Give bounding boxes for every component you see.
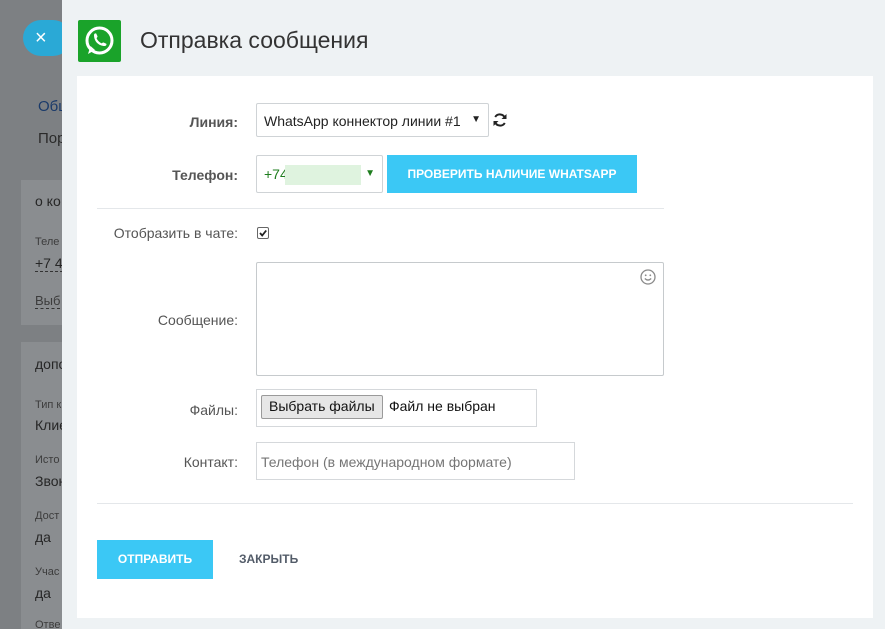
file-picker: Выбрать файлы Файл не выбран xyxy=(256,389,537,427)
background-choose-link: Выб xyxy=(35,293,61,309)
close-icon: × xyxy=(35,27,47,49)
show-in-chat-label: Отобразить в чате: xyxy=(113,225,238,241)
files-label: Файлы: xyxy=(189,402,238,418)
contact-label: Контакт: xyxy=(183,454,238,470)
background-field-label: Теле xyxy=(35,236,60,248)
phone-select[interactable]: +74 ▼ xyxy=(256,155,383,193)
caret-down-icon: ▼ xyxy=(471,114,481,125)
background-field-label: Исто xyxy=(35,454,60,466)
contact-input[interactable]: Телефон (в международном формате) xyxy=(256,442,575,480)
message-textarea[interactable] xyxy=(256,262,664,376)
refresh-icon[interactable] xyxy=(492,112,508,128)
background-field-label: Учас xyxy=(35,566,60,578)
choose-files-button[interactable]: Выбрать файлы xyxy=(261,395,383,419)
footer-divider xyxy=(97,503,853,504)
background-phone-link: +7 4 xyxy=(35,255,63,272)
background-field-label: Дост xyxy=(35,510,60,522)
line-select-value: WhatsApp коннектор линии #1 xyxy=(264,113,461,129)
phone-label: Телефон: xyxy=(172,167,238,183)
checkmark-icon xyxy=(259,229,267,237)
line-label: Линия: xyxy=(189,114,238,130)
whatsapp-icon xyxy=(78,20,121,62)
background-field-label: Отве xyxy=(35,619,61,629)
divider xyxy=(97,208,664,209)
line-select[interactable]: WhatsApp коннектор линии #1 ▼ xyxy=(256,103,489,137)
caret-down-icon: ▼ xyxy=(365,168,375,179)
contact-placeholder: Телефон (в международном формате) xyxy=(261,454,512,470)
phone-redacted-area xyxy=(285,165,361,185)
check-whatsapp-button[interactable]: ПРОВЕРИТЬ НАЛИЧИЕ WHATSAPP xyxy=(387,155,637,193)
background-field-label: Тип к xyxy=(35,399,62,411)
close-button[interactable]: ЗАКРЫТЬ xyxy=(239,552,298,566)
smiley-icon[interactable] xyxy=(640,269,656,285)
background-section-title: о ко xyxy=(35,193,61,209)
show-in-chat-checkbox[interactable] xyxy=(257,227,269,239)
send-message-slider: Отправка сообщения Линия: WhatsApp конне… xyxy=(62,0,885,629)
page-title: Отправка сообщения xyxy=(140,27,369,53)
message-label: Сообщение: xyxy=(157,312,238,328)
background-field-value: да xyxy=(35,529,51,545)
send-button[interactable]: ОТПРАВИТЬ xyxy=(97,540,213,579)
message-form: Линия: WhatsApp коннектор линии #1 ▼ Тел… xyxy=(77,76,873,618)
file-status: Файл не выбран xyxy=(389,398,496,414)
background-field-value: да xyxy=(35,585,51,601)
